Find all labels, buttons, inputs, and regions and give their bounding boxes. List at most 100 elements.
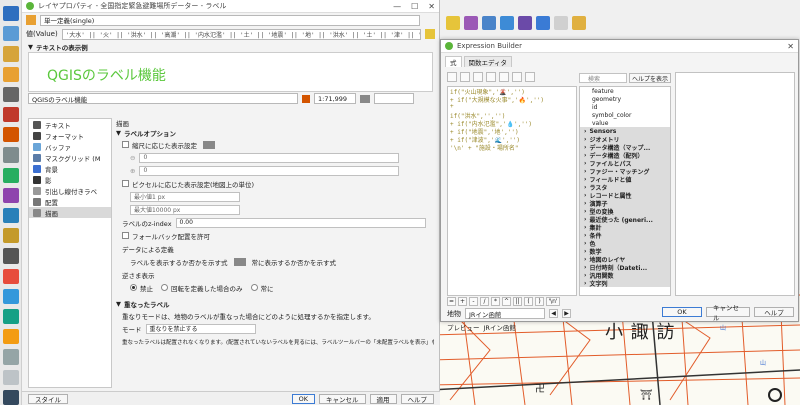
label-mode-select[interactable]: 単一定義(single) (40, 14, 420, 26)
pin-label-icon[interactable] (2, 167, 19, 183)
ok-button[interactable]: OK (662, 307, 702, 317)
label-options-header[interactable]: ▼ ラベルオプション (114, 127, 434, 138)
max-px-field[interactable]: 最大値10000 px (130, 204, 240, 215)
cancel-button[interactable]: キャンセル (706, 304, 750, 322)
reset-icon[interactable] (302, 94, 310, 103)
category-item[interactable]: 背景 (29, 163, 111, 174)
radio-always[interactable]: 常に (250, 283, 274, 293)
open-icon[interactable] (460, 72, 470, 82)
move-label-icon[interactable] (2, 127, 19, 143)
category-item[interactable]: 影 (29, 174, 111, 185)
category-item[interactable]: フォーマット (29, 130, 111, 141)
layer-icon[interactable] (2, 26, 19, 42)
show-hide-icon[interactable] (2, 187, 19, 204)
background-color-icon[interactable] (360, 94, 370, 103)
clock-icon[interactable] (2, 349, 19, 365)
abc-icon[interactable] (2, 66, 19, 82)
info-icon[interactable] (482, 16, 496, 30)
overlap-section-header[interactable]: ▼ 重なったラベル (114, 298, 434, 309)
python-icon[interactable] (2, 288, 19, 305)
save-icon[interactable] (473, 72, 483, 82)
tree-group[interactable]: › 文字列 (580, 279, 670, 288)
measure-icon[interactable] (2, 248, 19, 264)
z-index-field[interactable]: 0.00 (175, 217, 426, 228)
tree-field[interactable]: id (580, 103, 670, 111)
tab-function-editor[interactable]: 関数エディタ (463, 56, 513, 67)
label-tool-icon[interactable] (2, 86, 19, 103)
help-button[interactable]: ヘルプ (400, 393, 434, 404)
op-power-button[interactable]: ^ (502, 297, 511, 306)
apply-button[interactable]: 適用 (369, 393, 397, 404)
category-item[interactable]: テキスト (29, 119, 111, 130)
identify-icon[interactable] (2, 6, 19, 22)
style-button[interactable]: スタイル (28, 393, 68, 404)
preview-bg-select[interactable] (374, 93, 414, 104)
pixel-visibility-checkbox[interactable] (122, 180, 129, 187)
minimize-icon[interactable]: — (393, 2, 401, 11)
value-expression-field[interactable]: '大水' || '火' || '洪水' || '高潮' || '内水氾濫' ||… (61, 28, 421, 40)
op-multiply-button[interactable]: * (491, 297, 500, 306)
tree-field[interactable]: symbol_color (580, 111, 670, 119)
overlap-mode-select[interactable]: 重なりを禁止する (145, 323, 256, 334)
tree-field[interactable]: feature (580, 87, 670, 95)
sum-icon[interactable] (518, 16, 532, 30)
scale-max-select[interactable]: 0 (139, 165, 400, 176)
rotate-label-icon[interactable] (2, 147, 19, 163)
sample-section-header[interactable]: ▼ テキストの表示例 (22, 41, 439, 52)
category-item[interactable]: 引出し線付きラベ (29, 185, 111, 196)
category-item[interactable]: 配置 (29, 196, 111, 207)
bookmark-icon[interactable] (2, 329, 19, 345)
fallback-checkbox[interactable] (122, 232, 129, 239)
radio-rotated[interactable]: 回転を定義した場合のみ (161, 283, 243, 293)
min-px-field[interactable]: 最小値1 px (130, 191, 240, 202)
delete-icon[interactable] (486, 72, 496, 82)
op-concat-button[interactable]: || (513, 297, 522, 306)
pin-icon[interactable] (446, 16, 460, 30)
expression-icon[interactable] (425, 29, 435, 39)
op-equals-button[interactable]: = (447, 297, 456, 306)
tip-icon[interactable] (572, 16, 586, 30)
processing-icon[interactable] (2, 309, 19, 325)
scale-min-select[interactable]: 0 (139, 152, 400, 163)
op-newline-button[interactable]: '\n' (546, 297, 560, 306)
category-item[interactable]: バッファ (29, 141, 111, 152)
close-icon[interactable]: ✕ (787, 42, 794, 51)
import-icon[interactable] (499, 72, 509, 82)
op-open-paren-button[interactable]: ( (524, 297, 533, 306)
feature-select[interactable]: JRイン函館 (465, 308, 545, 319)
ok-button[interactable]: OK (291, 393, 315, 404)
edit-icon[interactable] (2, 46, 19, 62)
note-icon[interactable] (2, 369, 19, 385)
change-label-icon[interactable] (2, 208, 19, 224)
tab-expression[interactable]: 式 (445, 56, 462, 67)
tree-field[interactable]: geometry (580, 95, 670, 103)
cancel-button[interactable]: キャンセル (319, 393, 366, 404)
sample-text-input[interactable]: QGISのラベル機能 (28, 93, 298, 104)
help-button[interactable]: ヘルプ (754, 307, 794, 317)
new-icon[interactable] (447, 72, 457, 82)
scale-visibility-ddb-icon[interactable] (203, 140, 215, 149)
op-close-paren-button[interactable]: ) (535, 297, 544, 306)
radio-off[interactable]: 禁止 (130, 283, 153, 293)
maximize-icon[interactable]: ☐ (411, 2, 418, 11)
clear-icon[interactable] (525, 72, 535, 82)
op-divide-button[interactable]: / (480, 297, 489, 306)
scale-visibility-checkbox[interactable] (122, 141, 129, 148)
plugin-icon[interactable] (554, 16, 568, 30)
function-search-input[interactable]: 検索 (579, 73, 627, 83)
category-item[interactable]: マスクグリッド (M (29, 152, 111, 163)
category-item-selected[interactable]: 描画 (29, 207, 111, 218)
expression-editor[interactable]: if("火山現象",'🌋','') + if("大規模な火事",'🔥','') … (447, 86, 577, 296)
node-tool-icon[interactable] (2, 228, 19, 244)
delete-icon[interactable] (2, 268, 19, 284)
show-label-ddb-icon[interactable] (233, 257, 246, 266)
export-icon[interactable] (512, 72, 522, 82)
next-feature-button[interactable]: ▶ (562, 309, 571, 318)
prev-feature-button[interactable]: ◀ (549, 309, 558, 318)
cube-icon[interactable] (2, 107, 19, 123)
table-icon[interactable] (536, 16, 550, 30)
label-pin-icon[interactable] (464, 16, 478, 30)
close-icon[interactable]: ✕ (428, 2, 435, 11)
scale-select[interactable]: 1:71,999 (314, 93, 356, 104)
layers-panel-icon[interactable] (2, 389, 19, 405)
